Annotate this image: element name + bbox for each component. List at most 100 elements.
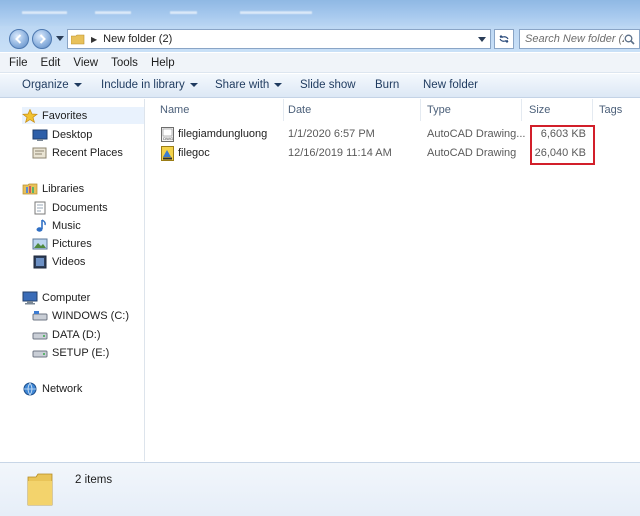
desktop-icon <box>32 128 48 142</box>
nav-pictures-label: Pictures <box>52 237 92 250</box>
nav-drive-d-label: DATA (D:) <box>52 328 101 341</box>
folder-icon <box>27 473 53 506</box>
breadcrumb-chevron-icon[interactable]: ▶ <box>91 35 97 44</box>
refresh-icon <box>499 35 509 43</box>
search-box[interactable] <box>519 29 640 49</box>
nav-music[interactable]: Music <box>32 217 81 234</box>
menu-file[interactable]: File <box>9 57 28 69</box>
file-name: filegiamdungluong <box>178 128 268 140</box>
item-count: 2 items <box>75 474 113 486</box>
svg-text:DWG: DWG <box>163 136 173 141</box>
nav-music-label: Music <box>52 219 81 232</box>
include-in-library-button[interactable]: Include in library <box>101 79 198 91</box>
nav-recent-places-label: Recent Places <box>52 146 123 159</box>
dropdown-caret-icon <box>73 82 82 87</box>
system-drive-icon <box>32 309 48 323</box>
file-date: 12/16/2019 11:14 AM <box>288 147 392 159</box>
nav-drive-c-label: WINDOWS (C:) <box>52 309 129 322</box>
libraries-icon <box>22 182 38 196</box>
menu-bar: File Edit View Tools Help <box>0 53 640 73</box>
blurred-background: ▬▬▬ <box>170 6 197 16</box>
new-folder-button[interactable]: New folder <box>423 79 478 91</box>
drive-icon <box>32 328 48 342</box>
network-icon <box>22 382 38 396</box>
column-header-tags[interactable]: Tags <box>599 104 622 120</box>
forward-arrow-icon <box>39 34 46 44</box>
music-icon <box>32 218 48 233</box>
dropdown-caret-icon <box>189 82 198 87</box>
file-type: AutoCAD Drawing... <box>427 128 526 140</box>
nav-documents-label: Documents <box>52 201 108 214</box>
nav-computer[interactable]: Computer <box>22 289 90 306</box>
navigation-pane: Favorites Desktop Recent Places Librarie… <box>0 99 145 461</box>
column-header-date[interactable]: Date <box>288 104 311 120</box>
file-name: filegoc <box>178 147 210 159</box>
menu-view[interactable]: View <box>73 57 98 69</box>
nav-computer-label: Computer <box>42 291 91 304</box>
search-input[interactable] <box>520 33 624 45</box>
blurred-background: ▬▬▬▬▬ <box>22 6 67 16</box>
column-divider[interactable] <box>420 99 421 121</box>
folder-icon <box>70 34 85 45</box>
share-with-label: Share with <box>215 79 270 91</box>
forward-button[interactable] <box>32 29 52 49</box>
column-header-type[interactable]: Type <box>427 104 451 120</box>
dwg-file-colored-icon <box>161 146 174 161</box>
address-dropdown-icon[interactable] <box>478 37 486 43</box>
videos-icon <box>32 255 48 269</box>
file-type: AutoCAD Drawing <box>427 147 517 159</box>
organize-label: Organize <box>22 79 69 91</box>
nav-drive-e[interactable]: SETUP (E:) <box>32 344 109 361</box>
nav-drive-e-label: SETUP (E:) <box>52 346 110 359</box>
column-header-name[interactable]: Name <box>160 104 189 120</box>
blurred-background: ▬▬▬▬ <box>95 6 131 16</box>
nav-network-label: Network <box>42 382 83 395</box>
menu-edit[interactable]: Edit <box>41 57 61 69</box>
nav-pictures[interactable]: Pictures <box>32 235 92 252</box>
column-divider[interactable] <box>283 99 284 121</box>
column-divider[interactable] <box>592 99 593 121</box>
blurred-background: ▬▬▬▬▬▬▬▬ <box>240 6 312 16</box>
column-divider[interactable] <box>521 99 522 121</box>
column-header-size[interactable]: Size <box>529 104 550 120</box>
details-pane: 2 items <box>0 462 640 516</box>
address-row: ▶ New folder (2) <box>0 26 640 52</box>
nav-videos[interactable]: Videos <box>32 253 85 270</box>
nav-network[interactable]: Network <box>22 380 82 397</box>
slide-show-button[interactable]: Slide show <box>300 79 356 91</box>
menu-tools[interactable]: Tools <box>111 57 138 69</box>
window-title-strip: ▬▬▬▬▬ ▬▬▬▬ ▬▬▬ ▬▬▬▬▬▬▬▬ <box>0 0 640 26</box>
nav-desktop[interactable]: Desktop <box>32 126 92 143</box>
menu-help[interactable]: Help <box>151 57 175 69</box>
nav-libraries[interactable]: Libraries <box>22 180 84 197</box>
documents-icon <box>32 201 48 215</box>
search-icon[interactable] <box>624 34 635 45</box>
nav-libraries-label: Libraries <box>42 182 85 195</box>
recent-pages-dropdown-icon[interactable] <box>56 36 64 42</box>
nav-favorites-label: Favorites <box>42 109 88 122</box>
computer-icon <box>22 291 38 305</box>
nav-documents[interactable]: Documents <box>32 199 108 216</box>
include-in-library-label: Include in library <box>101 79 185 91</box>
nav-drive-d[interactable]: DATA (D:) <box>32 326 100 343</box>
star-icon <box>22 108 38 123</box>
file-date: 1/1/2020 6:57 PM <box>288 128 375 140</box>
pictures-icon <box>32 237 48 251</box>
command-bar: Organize Include in library Share with S… <box>0 74 640 98</box>
organize-button[interactable]: Organize <box>22 79 82 91</box>
burn-button[interactable]: Burn <box>375 79 399 91</box>
drive-icon <box>32 346 48 360</box>
nav-desktop-label: Desktop <box>52 128 93 141</box>
nav-drive-c[interactable]: WINDOWS (C:) <box>32 307 129 324</box>
share-with-button[interactable]: Share with <box>215 79 283 91</box>
size-highlight-box <box>530 125 595 165</box>
breadcrumb-current[interactable]: New folder (2) <box>103 33 172 45</box>
address-bar[interactable]: ▶ New folder (2) <box>67 29 491 49</box>
back-button[interactable] <box>9 29 29 49</box>
nav-recent-places[interactable]: Recent Places <box>32 144 123 161</box>
nav-favorites[interactable]: Favorites <box>22 107 144 124</box>
recent-places-icon <box>32 146 48 160</box>
nav-videos-label: Videos <box>52 255 86 268</box>
refresh-button[interactable] <box>494 29 514 49</box>
file-list: Name Date Type Size Tags DWG filegiamdun… <box>146 99 640 461</box>
